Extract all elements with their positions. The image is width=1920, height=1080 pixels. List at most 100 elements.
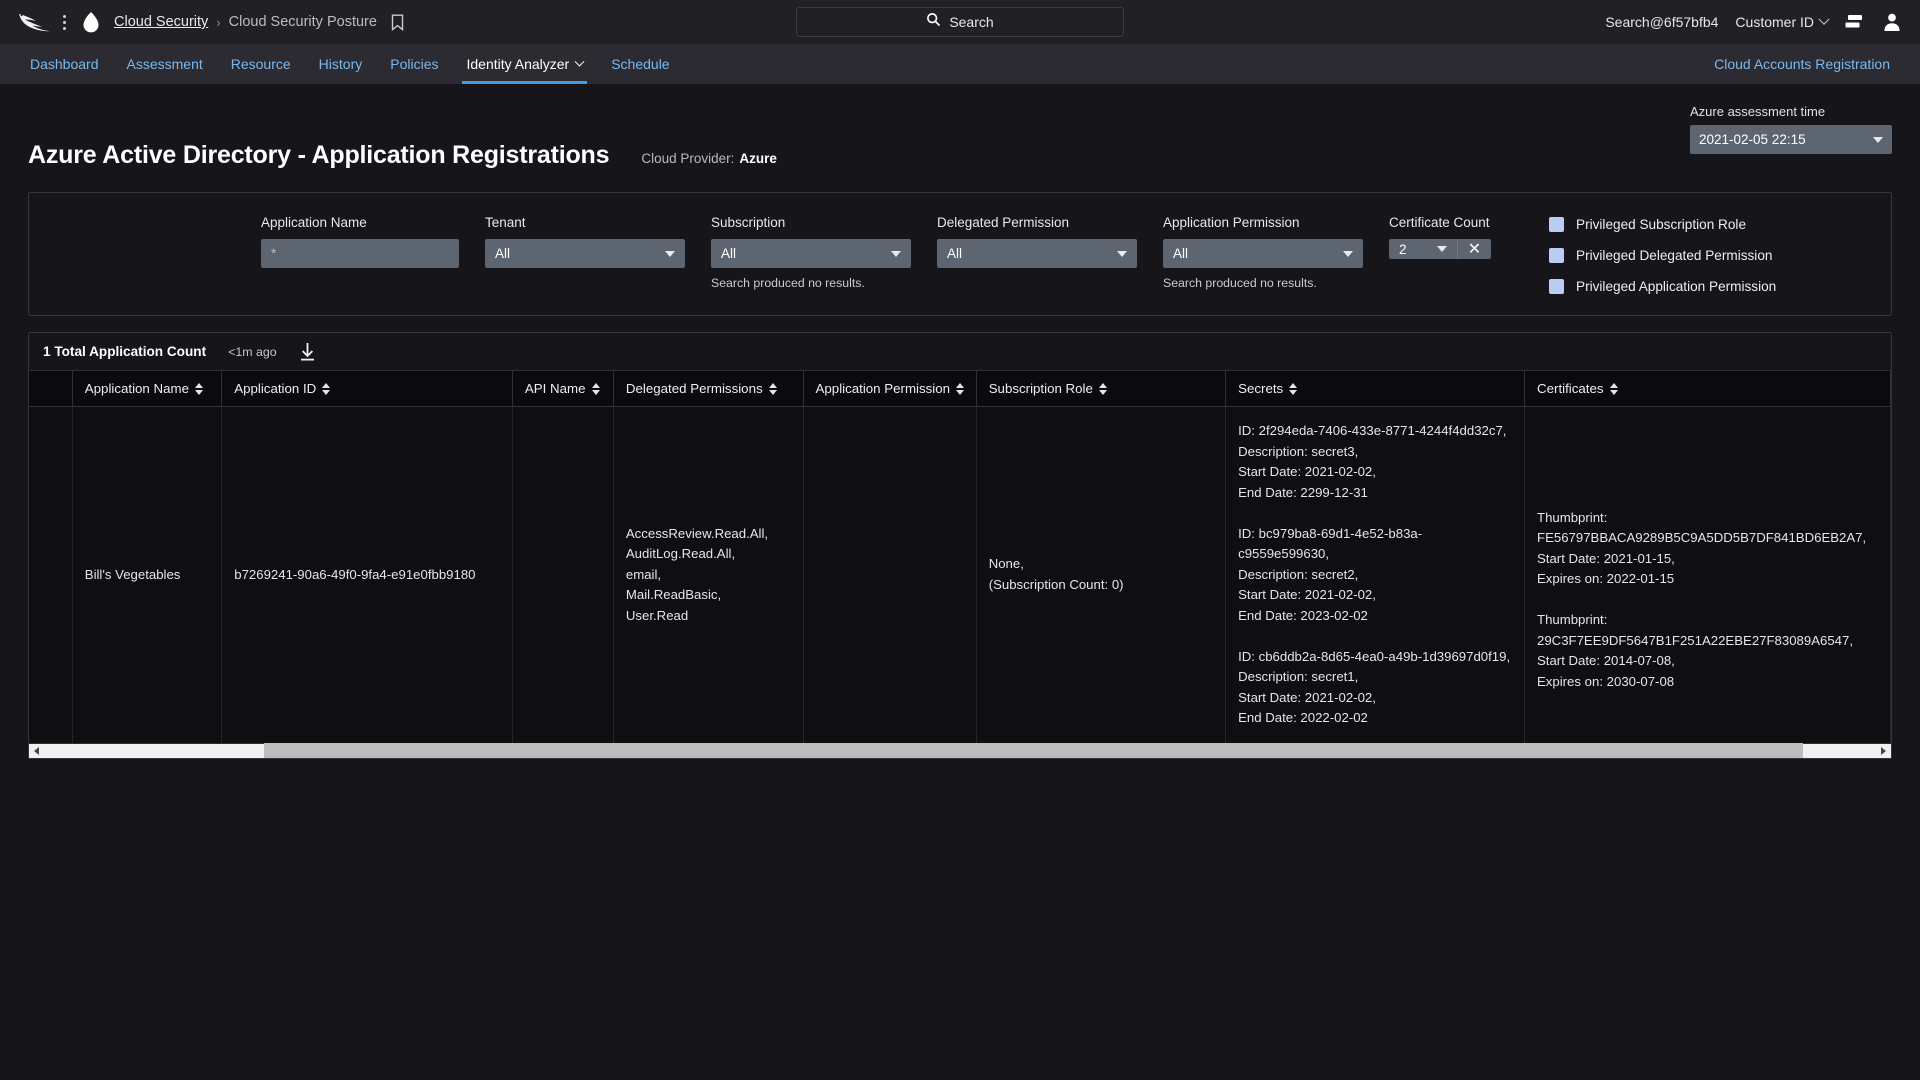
download-icon[interactable]: [299, 342, 316, 361]
nav-item-schedule[interactable]: Schedule: [597, 44, 683, 84]
chevron-down-icon: [574, 56, 585, 67]
list-view-icon[interactable]: [1845, 13, 1865, 31]
cell-secrets: ID: 2f294eda-7406-433e-8771-4244f4dd32c7…: [1225, 406, 1526, 743]
certificate-count-select[interactable]: 2: [1389, 239, 1457, 259]
application-permission-select[interactable]: All: [1163, 239, 1363, 268]
row-select-header[interactable]: [29, 371, 73, 407]
scrollbar-track[interactable]: [44, 743, 1876, 758]
scroll-left-arrow-icon[interactable]: [29, 743, 44, 758]
checkbox-privileged-application-permission[interactable]: Privileged Application Permission: [1549, 279, 1776, 294]
nav-label: Schedule: [611, 56, 670, 72]
col-application-id[interactable]: Application ID: [221, 371, 513, 407]
table-toolbar: 1 Total Application Count <1m ago: [29, 333, 1891, 371]
column-label: Application Name: [84, 381, 189, 396]
kebab-menu-icon[interactable]: [56, 11, 72, 33]
sort-icon: [195, 383, 203, 395]
checkbox-icon: [1549, 217, 1564, 232]
checkbox-icon: [1549, 248, 1564, 263]
filter-label: Certificate Count: [1389, 215, 1490, 230]
cloud-icon[interactable]: [78, 9, 104, 35]
privileged-checkbox-group: Privileged Subscription Role Privileged …: [1517, 215, 1776, 295]
nav-label: Identity Analyzer: [466, 56, 570, 72]
application-permission-value: All: [1173, 246, 1189, 261]
cloud-provider: Cloud Provider: Azure: [641, 151, 777, 170]
table-row[interactable]: Bill's Vegetables b7269241-90a6-49f0-9fa…: [29, 406, 1891, 743]
filter-application-permission: Application Permission All Search produc…: [1163, 215, 1363, 295]
tenant-select[interactable]: All: [485, 239, 685, 268]
filter-subscription: Subscription All Search produced no resu…: [711, 215, 911, 295]
close-icon[interactable]: ✕: [1457, 239, 1491, 259]
filter-panel: Application Name * Tenant All Subscripti…: [28, 192, 1892, 316]
application-permission-no-results-note: Search produced no results.: [1163, 276, 1317, 290]
nav-item-assessment[interactable]: Assessment: [113, 44, 217, 84]
table-header-row: Application Name Application ID API Name…: [29, 371, 1891, 407]
nav-item-cloud-accounts-registration[interactable]: Cloud Accounts Registration: [1700, 56, 1904, 72]
col-delegated-permissions[interactable]: Delegated Permissions: [613, 371, 804, 407]
caret-down-icon: [665, 250, 675, 257]
sort-icon: [956, 383, 965, 395]
falcon-logo[interactable]: [18, 11, 52, 33]
delegated-permission-select[interactable]: All: [937, 239, 1137, 268]
applications-table: Application Name Application ID API Name…: [29, 371, 1891, 743]
checkbox-label: Privileged Subscription Role: [1576, 217, 1747, 232]
checkbox-privileged-subscription-role[interactable]: Privileged Subscription Role: [1549, 217, 1776, 232]
customer-id-selector[interactable]: Customer ID: [1735, 13, 1830, 30]
assessment-time-block: Azure assessment time 2021-02-05 22:15: [1690, 104, 1892, 154]
column-label: API Name: [524, 381, 586, 396]
last-updated-text: <1m ago: [228, 344, 277, 359]
filter-label: Subscription: [711, 215, 786, 230]
nav-label: Resource: [230, 56, 291, 72]
col-application-name[interactable]: Application Name: [72, 371, 223, 407]
column-label: Certificates: [1537, 381, 1604, 396]
page-content: Azure Active Directory - Application Reg…: [0, 84, 1920, 759]
horizontal-scrollbar[interactable]: [29, 742, 1891, 758]
nav-item-identity-analyzer[interactable]: Identity Analyzer: [452, 44, 597, 84]
breadcrumb-separator: ›: [216, 14, 221, 30]
scroll-right-arrow-icon[interactable]: [1876, 743, 1891, 758]
page-header: Azure Active Directory - Application Reg…: [28, 84, 1892, 170]
col-api-name[interactable]: API Name: [512, 371, 614, 407]
cloud-provider-label: Cloud Provider:: [641, 151, 735, 166]
cell-application-name: Bill's Vegetables: [72, 406, 223, 743]
column-label: Secrets: [1238, 381, 1284, 396]
caret-down-icon: [1117, 250, 1127, 257]
breadcrumb-root[interactable]: Cloud Security: [114, 14, 208, 30]
subscription-select[interactable]: All: [711, 239, 911, 268]
nav-item-resource[interactable]: Resource: [217, 44, 305, 84]
global-search-input[interactable]: Search: [796, 7, 1124, 37]
nav-item-policies[interactable]: Policies: [376, 44, 452, 84]
user-avatar-icon[interactable]: [1882, 12, 1902, 32]
search-icon: [926, 12, 941, 32]
checkbox-label: Privileged Application Permission: [1576, 279, 1777, 294]
application-name-value: *: [271, 246, 277, 261]
nav-item-history[interactable]: History: [305, 44, 377, 84]
search-placeholder: Search: [949, 14, 994, 30]
col-certificates[interactable]: Certificates: [1524, 371, 1891, 407]
col-application-permission[interactable]: Application Permission: [803, 371, 977, 407]
column-label: Application Permission: [815, 381, 951, 396]
bookmark-icon[interactable]: [391, 14, 404, 31]
assessment-time-select[interactable]: 2021-02-05 22:15: [1690, 125, 1892, 154]
sort-icon: [1609, 383, 1618, 395]
checkbox-label: Privileged Delegated Permission: [1576, 248, 1773, 263]
primary-nav: Dashboard Assessment Resource History Po…: [0, 44, 1920, 84]
col-secrets[interactable]: Secrets: [1225, 371, 1526, 407]
application-name-input[interactable]: *: [261, 239, 459, 268]
caret-down-icon: [1343, 250, 1353, 257]
certificate-count-value: 2: [1399, 241, 1407, 257]
user-email[interactable]: Search@6f57bfb4: [1605, 14, 1718, 30]
column-label: Delegated Permissions: [625, 381, 763, 396]
scrollbar-thumb[interactable]: [263, 743, 1803, 758]
delegated-permission-value: All: [947, 246, 963, 261]
sort-icon: [591, 383, 600, 395]
nav-label: Dashboard: [30, 56, 99, 72]
row-select-cell[interactable]: [29, 406, 73, 743]
checkbox-privileged-delegated-permission[interactable]: Privileged Delegated Permission: [1549, 248, 1776, 263]
col-subscription-role[interactable]: Subscription Role: [976, 371, 1227, 407]
nav-item-dashboard[interactable]: Dashboard: [16, 44, 113, 84]
cell-delegated-permissions: AccessReview.Read.All, AuditLog.Read.All…: [613, 406, 804, 743]
nav-label: History: [318, 56, 363, 72]
filter-label: Tenant: [485, 215, 526, 230]
nav-label: Cloud Accounts Registration: [1714, 56, 1890, 72]
subscription-no-results-note: Search produced no results.: [711, 276, 865, 290]
